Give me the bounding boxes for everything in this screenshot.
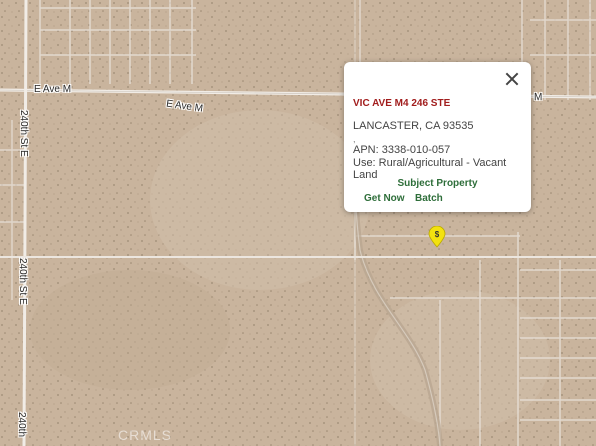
subject-property-label: Subject Property bbox=[397, 178, 478, 189]
mls-watermark: CRMLS bbox=[118, 427, 173, 443]
road-label-e-ave-m: E Ave M bbox=[34, 84, 72, 95]
property-marker-icon[interactable]: $ bbox=[428, 226, 446, 248]
batch-link[interactable]: Batch bbox=[415, 193, 443, 204]
property-city-line: LANCASTER, CA 93535 bbox=[353, 120, 474, 132]
road-label-240th-bottom: 240th bbox=[16, 412, 27, 438]
property-address: VIC AVE M4 246 STE bbox=[353, 98, 451, 109]
close-icon[interactable] bbox=[503, 70, 521, 88]
property-popup: VIC AVE M4 246 STE LANCASTER, CA 93535 ,… bbox=[344, 62, 531, 212]
marker-glyph: $ bbox=[435, 230, 440, 239]
separator: , bbox=[353, 134, 356, 144]
road-label-240th-st-e-lower: 240th St E bbox=[17, 258, 28, 305]
road-label-240th-st-e-upper: 240th St E bbox=[18, 110, 29, 157]
property-apn: APN: 3338-010-057 bbox=[353, 144, 451, 156]
road-label-e-ave-m-right: M bbox=[534, 92, 543, 103]
get-now-link[interactable]: Get Now bbox=[364, 193, 405, 204]
